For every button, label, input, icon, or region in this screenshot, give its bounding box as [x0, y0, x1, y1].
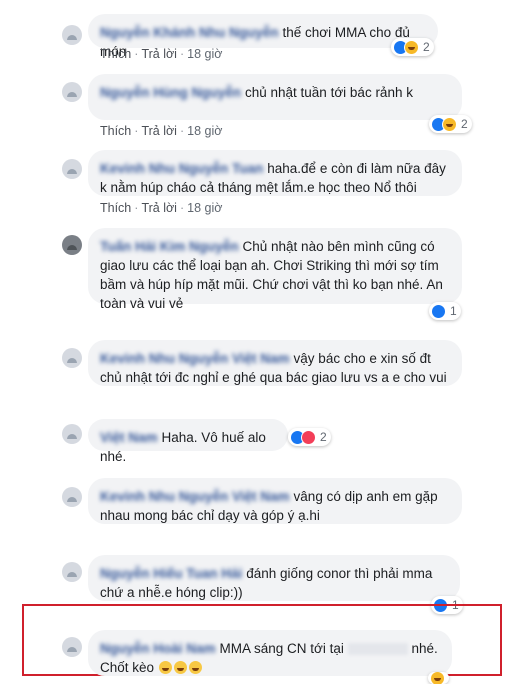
comment-actions: Thích · Trả lời · 18 giờ [100, 201, 222, 215]
avatar[interactable] [62, 82, 82, 102]
haha-icon [442, 116, 457, 132]
avatar[interactable] [62, 637, 82, 657]
reaction-summary[interactable]: 2 [429, 115, 472, 133]
like-icon [431, 303, 446, 319]
redacted-text [347, 643, 408, 656]
comment-bubble: Kevinh Nhu Nguyễn Việt Nam vậy bác cho e … [88, 340, 462, 386]
heart-icon [301, 429, 316, 445]
reaction-summary[interactable]: 1 [429, 302, 461, 320]
separator: · [179, 47, 185, 61]
comment-text: chủ nhật tuần tới bác rảnh k [245, 85, 413, 100]
comment-bubble: Nguyễn Hoài Nam MMA sáng CN tới tại nhé. … [88, 630, 452, 676]
comment-author[interactable]: Kevinh Nhu Nguyễn Việt Nam [100, 489, 290, 504]
comment-timestamp[interactable]: 18 giờ [187, 47, 222, 61]
comment-bubble: Việt Nam Haha. Vô huế alo nhé. [88, 419, 288, 464]
separator: · [134, 47, 139, 61]
reaction-count: 1 [450, 304, 457, 318]
avatar[interactable] [62, 424, 82, 444]
comment-bubble: Nguyễn Hùng Nguyễn chủ nhật tuần tới bác … [88, 74, 462, 120]
comment-timestamp[interactable]: 18 giờ [187, 201, 222, 215]
reply-button[interactable]: Trả lời [141, 201, 177, 215]
like-button[interactable]: Thích [100, 47, 131, 61]
comment-text: MMA sáng CN tới tại [219, 641, 344, 656]
comment-author[interactable]: Nguyễn Hiếu Tuan Hải [100, 566, 242, 581]
comment-author[interactable]: Tuấn Hải Kim Nguyễn [100, 239, 239, 254]
comment-bubble: Kevinh Nhu Nguyễn Việt Nam vâng có dịp an… [88, 478, 462, 524]
reaction-summary[interactable]: 2 [288, 428, 331, 446]
comment-author[interactable]: Nguyễn Hoài Nam [100, 641, 216, 656]
separator: · [134, 124, 139, 138]
avatar[interactable] [62, 25, 82, 45]
comment-author[interactable]: Kevinh Nhu Nguyễn Việt Nam [100, 351, 290, 366]
separator: · [179, 201, 185, 215]
comment-bubble: Tuấn Hải Kim Nguyễn Chủ nhật nào bên mình… [88, 228, 462, 311]
haha-icon [404, 39, 419, 55]
reply-button[interactable]: Trả lời [141, 47, 177, 61]
separator: · [179, 124, 185, 138]
comment-bubble: Nguyễn Hiếu Tuan Hải đánh giống conor thì… [88, 555, 460, 601]
comment-author[interactable]: Nguyễn Hùng Nguyễn [100, 85, 241, 100]
like-button[interactable]: Thích [100, 124, 131, 138]
comment-actions: Thích · Trả lời · 18 giờ [100, 124, 222, 138]
grinning-emoji-icon [188, 661, 202, 674]
comment-author[interactable]: Nguyễn Khánh Nhu Nguyễn [100, 25, 279, 40]
reaction-summary[interactable] [428, 672, 449, 684]
like-button[interactable]: Thích [100, 201, 131, 215]
comment-bubble: Nguyễn Khánh Nhu Nguyễn thế chơi MMA cho … [88, 14, 438, 59]
avatar[interactable] [62, 562, 82, 582]
avatar[interactable] [62, 159, 82, 179]
comment-bubble: Kevinh Nhu Nguyễn Tuan haha.để e còn đi l… [88, 150, 462, 196]
separator: · [134, 201, 139, 215]
haha-icon [430, 672, 445, 684]
reaction-count: 2 [461, 117, 468, 131]
reaction-count: 2 [423, 40, 430, 54]
reaction-summary[interactable]: 2 [391, 38, 434, 56]
comment-actions: Thích · Trả lời · 18 giờ [100, 47, 222, 61]
reaction-count: 2 [320, 430, 327, 444]
comment-author[interactable]: Việt Nam [100, 430, 158, 445]
comment-timestamp[interactable]: 18 giờ [187, 124, 222, 138]
avatar[interactable] [62, 348, 82, 368]
avatar[interactable] [62, 487, 82, 507]
comment-author[interactable]: Kevinh Nhu Nguyễn Tuan [100, 161, 263, 176]
grinning-emoji-icon [158, 661, 172, 674]
avatar[interactable] [62, 235, 82, 255]
reply-button[interactable]: Trả lời [141, 124, 177, 138]
grinning-emoji-icon [173, 661, 187, 674]
